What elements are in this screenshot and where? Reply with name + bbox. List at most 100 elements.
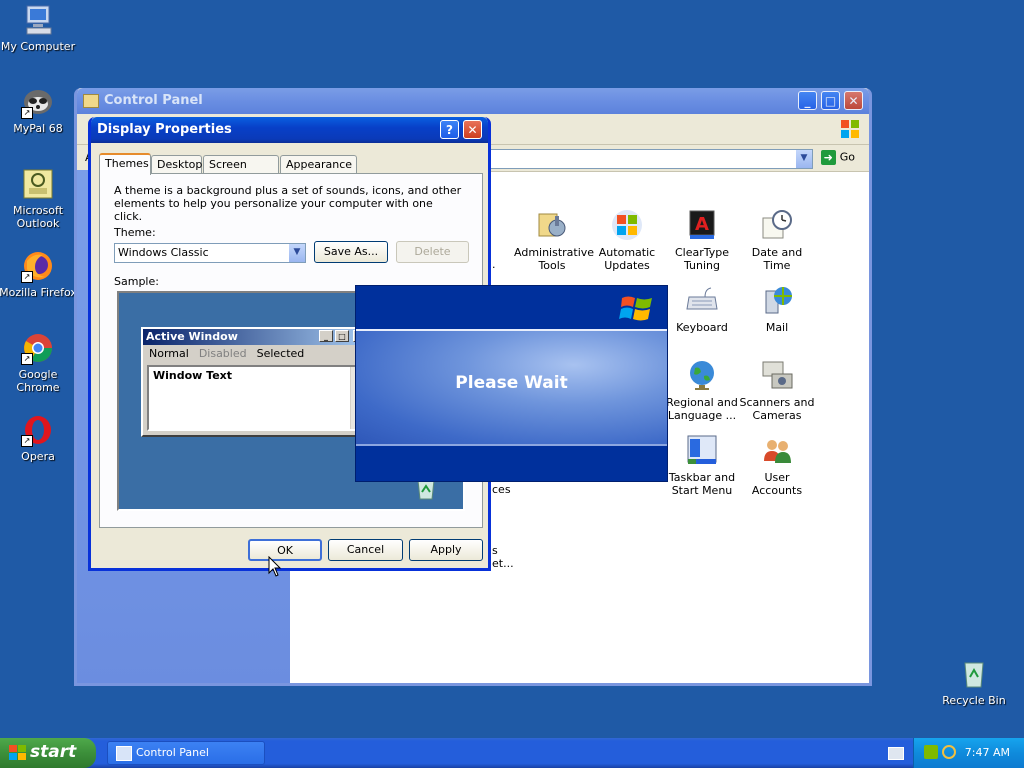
computer-icon bbox=[21, 3, 55, 37]
help-button[interactable]: ? bbox=[440, 120, 459, 139]
desktop-icon-label: Google Chrome bbox=[16, 368, 60, 394]
minimize-icon: _ bbox=[319, 330, 333, 342]
cp-item-label: Taskbar and Start Menu bbox=[668, 471, 736, 497]
mail-icon bbox=[760, 283, 794, 317]
cp-item-date-and-time[interactable]: Date and Time bbox=[739, 208, 815, 272]
outlook-icon bbox=[21, 167, 55, 201]
partial-label: . bbox=[492, 258, 496, 271]
partial-label: et... bbox=[492, 557, 514, 570]
tab-screen-saver[interactable]: Screen Saver bbox=[203, 155, 279, 188]
cp-item-keyboard[interactable]: Keyboard bbox=[664, 283, 740, 334]
cp-item-administrative-tools[interactable]: Administrative Tools bbox=[514, 208, 595, 272]
cp-item-label: Keyboard bbox=[676, 321, 728, 334]
apply-button[interactable]: Apply bbox=[409, 539, 483, 561]
cp-item-label: ClearType Tuning bbox=[674, 246, 730, 272]
cp-item-mail[interactable]: Mail bbox=[739, 283, 815, 334]
sample-label: Sample: bbox=[114, 275, 159, 288]
please-wait-dialog: Please Wait bbox=[355, 285, 668, 482]
firefox-icon: ↗ bbox=[21, 249, 55, 283]
taskbar-button-label: Control Panel bbox=[136, 746, 209, 759]
clock-icon bbox=[760, 208, 794, 242]
start-button[interactable]: start bbox=[0, 738, 96, 768]
windows-flag-icon bbox=[9, 745, 26, 760]
theme-select-value: Windows Classic bbox=[118, 246, 209, 259]
sample-menu-normal: Normal bbox=[149, 347, 189, 360]
windows-logo-icon bbox=[619, 292, 655, 327]
system-tray: 7:47 AM bbox=[913, 738, 1024, 768]
go-label: Go bbox=[839, 150, 855, 164]
partial-label: s bbox=[492, 544, 498, 557]
windows-flag-icon bbox=[839, 118, 861, 140]
taskbar-button-control-panel[interactable]: Control Panel bbox=[107, 741, 265, 765]
partial-label: ces bbox=[492, 483, 511, 496]
chevron-down-icon[interactable]: ▼ bbox=[796, 150, 812, 168]
shortcut-arrow-icon: ↗ bbox=[21, 353, 33, 365]
theme-label: Theme: bbox=[114, 226, 156, 239]
sample-menu-selected: Selected bbox=[256, 347, 305, 360]
desktop-icon-label: MyPal 68 bbox=[13, 122, 63, 135]
tab-desktop[interactable]: Desktop bbox=[151, 155, 202, 173]
desktop-icon-label: Recycle Bin bbox=[942, 694, 1006, 707]
desktop-icon-label: Opera bbox=[21, 450, 55, 463]
shortcut-arrow-icon: ↗ bbox=[21, 271, 33, 283]
desktop-icon-chrome[interactable]: ↗ Google Chrome bbox=[0, 331, 78, 394]
minimize-button[interactable]: _ bbox=[798, 91, 817, 110]
search-icon[interactable] bbox=[942, 745, 956, 759]
sample-menu-bar: Normal Disabled Selected bbox=[143, 345, 369, 363]
cp-item-label: Administrative Tools bbox=[514, 246, 595, 272]
desktop-icon-label: Microsoft Outlook bbox=[12, 204, 64, 230]
cleartype-icon: A bbox=[685, 208, 719, 242]
desktop-icon-my-computer[interactable]: My Computer bbox=[0, 3, 78, 53]
desktop-icon-firefox[interactable]: ↗ Mozilla Firefox bbox=[0, 249, 78, 299]
desktop-icon-mypal[interactable]: ↗ MyPal 68 bbox=[0, 85, 78, 135]
delete-button: Delete bbox=[396, 241, 469, 263]
display-properties-titlebar[interactable]: Display Properties ? ✕ bbox=[91, 117, 488, 143]
save-as-button[interactable]: Save As... bbox=[314, 241, 388, 263]
ok-button[interactable]: OK bbox=[248, 539, 322, 561]
close-button[interactable]: ✕ bbox=[463, 120, 482, 139]
arrow-right-icon: ➜ bbox=[820, 150, 836, 165]
cp-item-automatic-updates[interactable]: Automatic Updates bbox=[589, 208, 665, 272]
cancel-button[interactable]: Cancel bbox=[328, 539, 403, 561]
admin-tools-icon bbox=[535, 208, 569, 242]
cp-item-label: Automatic Updates bbox=[598, 246, 656, 272]
window-title: Control Panel bbox=[104, 93, 203, 108]
recycle-bin-icon bbox=[957, 657, 991, 691]
sample-window-text-area: Window Text bbox=[147, 365, 365, 431]
cp-item-regional-and-language[interactable]: Regional and Language ... bbox=[664, 358, 740, 422]
network-icon[interactable] bbox=[924, 745, 938, 759]
cp-item-user-accounts[interactable]: User Accounts bbox=[739, 433, 815, 497]
go-button[interactable]: ➜ Go bbox=[820, 150, 855, 165]
clock[interactable]: 7:47 AM bbox=[965, 738, 1010, 768]
chrome-icon: ↗ bbox=[21, 331, 55, 365]
maximize-button[interactable]: □ bbox=[821, 91, 840, 110]
taskbar: start Control Panel 7:47 AM bbox=[0, 738, 1024, 768]
chevron-down-icon[interactable]: ▼ bbox=[289, 244, 305, 262]
cp-item-taskbar-and-start-menu[interactable]: Taskbar and Start Menu bbox=[664, 433, 740, 497]
cp-item-label: Scanners and Cameras bbox=[739, 396, 815, 422]
desktop-icon-opera[interactable]: ↗ Opera bbox=[0, 413, 78, 463]
themes-description: A theme is a background plus a set of so… bbox=[114, 184, 462, 223]
close-button[interactable]: ✕ bbox=[844, 91, 863, 110]
cp-item-label: Mail bbox=[765, 321, 789, 334]
cp-item-label: Date and Time bbox=[751, 246, 803, 272]
raccoon-icon: ↗ bbox=[21, 85, 55, 119]
sample-menu-disabled: Disabled bbox=[198, 347, 247, 360]
cp-item-cleartype-tuning[interactable]: A ClearType Tuning bbox=[664, 208, 740, 272]
control-panel-titlebar[interactable]: Control Panel _ □ ✕ bbox=[77, 88, 869, 114]
desktop-icon-outlook[interactable]: Microsoft Outlook bbox=[0, 167, 78, 230]
cp-item-label: Regional and Language ... bbox=[666, 396, 738, 422]
cp-item-scanners-and-cameras[interactable]: Scanners and Cameras bbox=[739, 358, 815, 422]
tab-themes[interactable]: Themes bbox=[99, 153, 151, 175]
folder-icon bbox=[83, 93, 99, 108]
taskbar-icon bbox=[685, 433, 719, 467]
scanner-camera-icon bbox=[760, 358, 794, 392]
address-input[interactable]: ▼ bbox=[487, 149, 813, 169]
theme-select[interactable]: Windows Classic ▼ bbox=[114, 243, 306, 263]
start-label: start bbox=[30, 742, 77, 762]
keyboard-tray-icon[interactable] bbox=[888, 747, 904, 760]
sample-window-title: Active Window bbox=[146, 330, 238, 343]
desktop-icon-recycle-bin[interactable]: Recycle Bin bbox=[934, 657, 1014, 707]
tab-appearance[interactable]: Appearance bbox=[280, 155, 357, 173]
mouse-cursor-icon bbox=[268, 556, 282, 577]
